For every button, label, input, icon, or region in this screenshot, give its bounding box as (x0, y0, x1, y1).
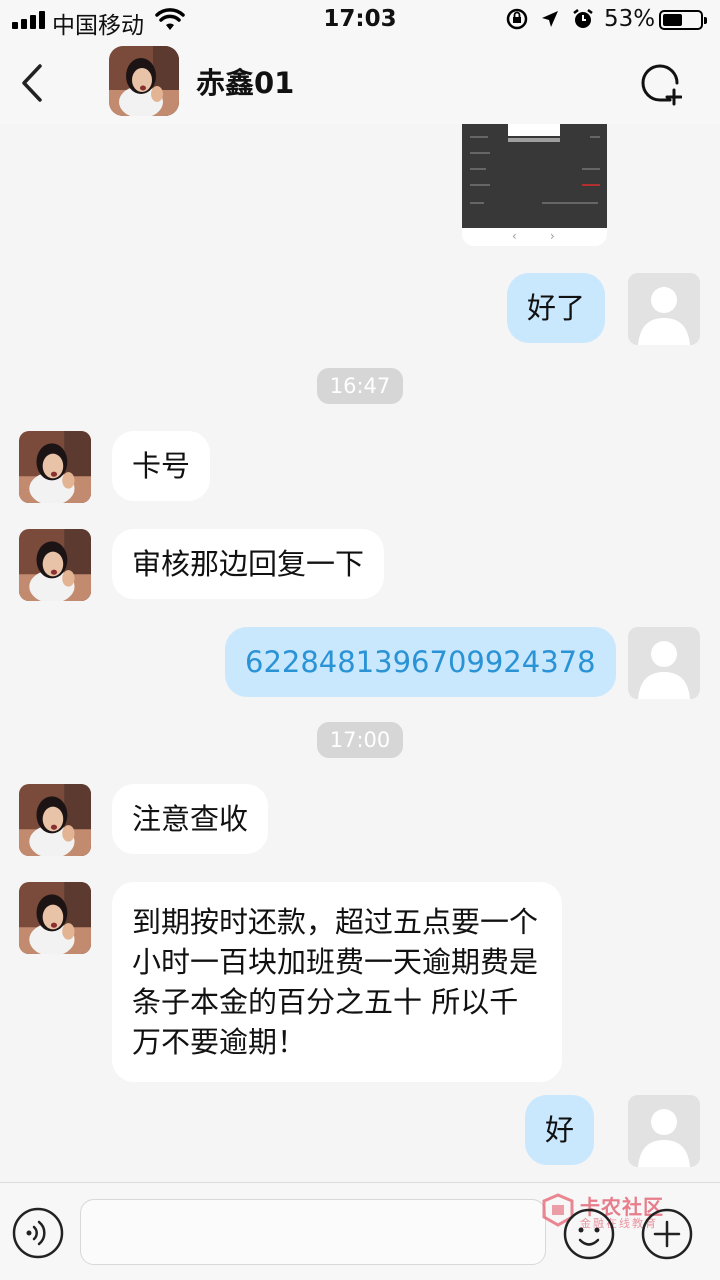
contact-avatar[interactable] (19, 431, 91, 503)
message-bubble-outgoing[interactable]: 好了 (507, 273, 606, 343)
message-bubble-incoming[interactable]: 审核那边回复一下 (112, 529, 385, 599)
shared-image (462, 124, 607, 228)
message-text: 注意查收 (132, 802, 249, 836)
default-avatar-icon (628, 1095, 700, 1167)
my-avatar[interactable] (628, 1095, 700, 1167)
contact-name: 赤鑫01 (196, 66, 295, 100)
contact-avatar[interactable] (109, 46, 179, 116)
message-bubble-outgoing[interactable]: 6228481396709924378 (225, 627, 616, 697)
contact-avatar[interactable] (19, 784, 91, 856)
message-bubble-incoming[interactable]: 到期按时还款，超过五点要一个小时一百块加班费一天逾期费是条子本金的百分之五十 所… (112, 882, 562, 1082)
chat-add-icon[interactable] (638, 62, 682, 106)
signal-icon (12, 11, 45, 29)
my-avatar[interactable] (628, 627, 700, 699)
alarm-icon (573, 9, 593, 28)
chat-header: 赤鑫01 (0, 40, 720, 124)
image-prev[interactable]: ‹ (512, 229, 517, 243)
message-text: 审核那边回复一下 (132, 547, 365, 581)
my-avatar[interactable] (628, 273, 700, 345)
location-icon (542, 11, 558, 27)
default-avatar-icon (628, 273, 700, 345)
battery-percent: 53% (604, 6, 656, 32)
emoji-icon[interactable] (562, 1207, 616, 1261)
image-next[interactable]: › (550, 229, 555, 243)
message-text: 卡号 (132, 449, 191, 483)
avatar-photo (19, 529, 91, 601)
message-text: 到期按时还款，超过五点要一个小时一百块加班费一天逾期费是条子本金的百分之五十 所… (132, 905, 539, 1059)
avatar-photo (19, 882, 91, 954)
input-bar: 卡农社区 金融在线教育 (0, 1182, 720, 1280)
card-number-link[interactable]: 6228481396709924378 (245, 645, 596, 679)
status-icons (506, 8, 594, 30)
rotation-lock-icon (506, 8, 528, 30)
message-text: 好了 (527, 291, 586, 325)
battery-icon (659, 10, 707, 30)
plus-icon[interactable] (640, 1207, 694, 1261)
message-input[interactable] (80, 1199, 546, 1265)
message-bubble-incoming[interactable]: 注意查收 (112, 784, 269, 854)
default-avatar-icon (628, 627, 700, 699)
timestamp-badge: 16:47 (317, 368, 403, 404)
avatar-photo (109, 46, 179, 116)
contact-avatar[interactable] (19, 882, 91, 954)
avatar-photo (19, 784, 91, 856)
message-bubble-outgoing[interactable]: 好 (525, 1095, 595, 1165)
chevron-left-icon[interactable] (14, 60, 54, 106)
contact-avatar[interactable] (19, 529, 91, 601)
message-text: 好 (545, 1113, 575, 1147)
shared-image-message[interactable]: ‹ › (462, 124, 607, 246)
carrier-name: 中国移动 (52, 13, 144, 39)
avatar-photo (19, 431, 91, 503)
image-nav: ‹ › (462, 228, 607, 246)
timestamp-badge: 17:00 (317, 722, 403, 758)
wifi-icon (155, 8, 185, 30)
status-bar: 中国移动 17:03 53% (0, 0, 720, 40)
voice-icon[interactable] (12, 1207, 64, 1259)
message-list[interactable]: ‹ › 好了 16:47 卡号 审核那边回复一下 622848139670992… (0, 124, 720, 1182)
message-bubble-incoming[interactable]: 卡号 (112, 431, 211, 501)
